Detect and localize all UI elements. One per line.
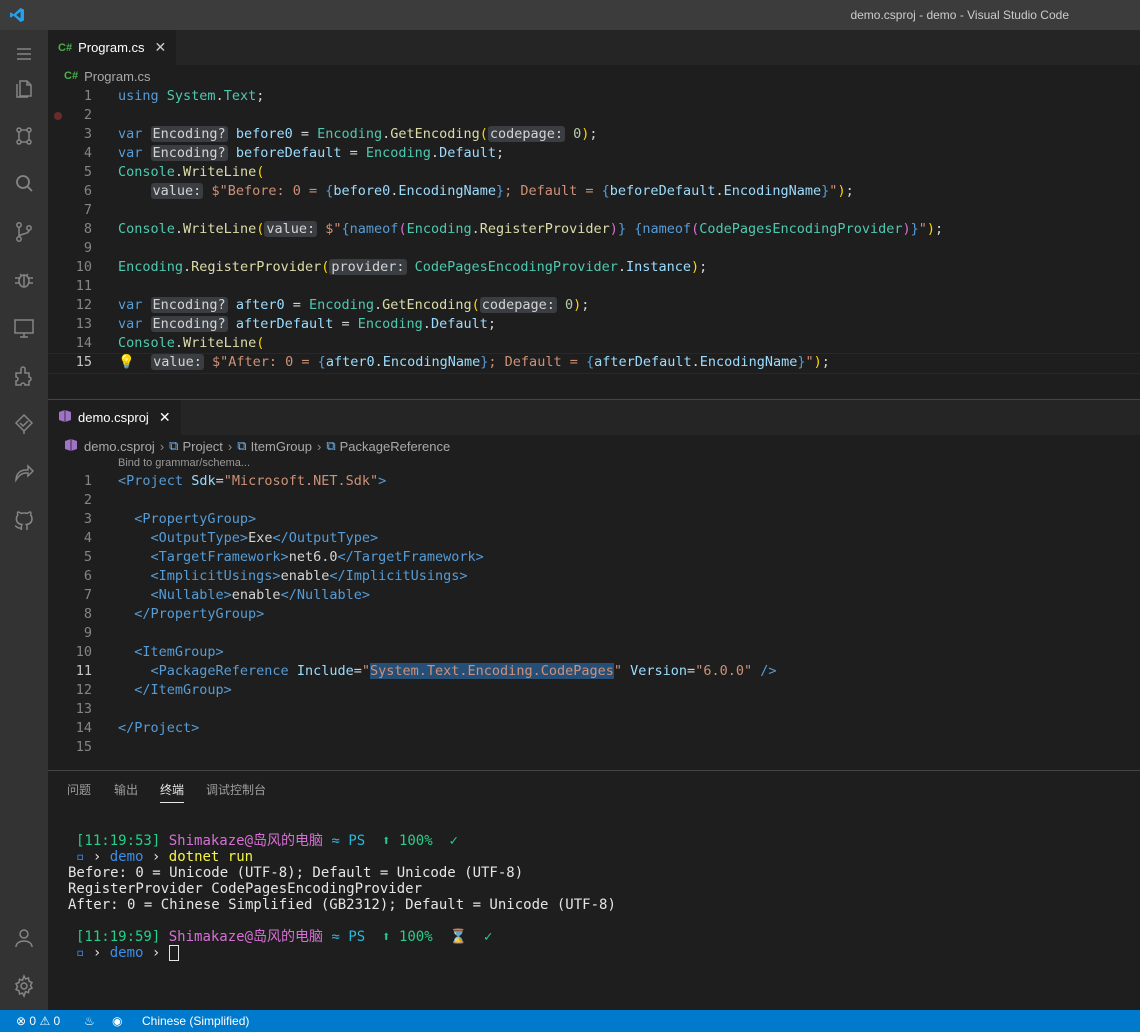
github-icon[interactable] bbox=[0, 496, 48, 544]
code-line: 8 </PropertyGroup> bbox=[83, 606, 265, 622]
code-line: 13 bbox=[75, 701, 92, 717]
terminal-prompt-line: [11:19:53] Shimakaze@岛风的电脑 ≈ PS ⬆ 100% ✓ bbox=[76, 833, 458, 849]
activity-bar bbox=[0, 30, 48, 1010]
csharp-file-icon: C# bbox=[58, 41, 73, 54]
symbol-icon: ⧉ bbox=[326, 438, 336, 453]
close-icon[interactable]: ✕ bbox=[159, 409, 171, 426]
code-line: 6 value: $"Before: 0 = {before0.Encoding… bbox=[83, 183, 854, 199]
code-line: 14 Console.WriteLine( bbox=[75, 335, 265, 351]
flame-icon[interactable]: ♨ bbox=[84, 1014, 95, 1028]
breadcrumb-item[interactable]: PackageReference bbox=[340, 439, 451, 454]
breadcrumb-item[interactable]: Project bbox=[182, 439, 222, 454]
warning-icon: ⚠ bbox=[39, 1014, 51, 1028]
window-title: demo.csproj - demo - Visual Studio Code bbox=[850, 8, 1069, 22]
code-line: 9 bbox=[83, 625, 92, 641]
editor2-tab-bar: demo.csproj ✕ bbox=[48, 400, 1140, 435]
debug-icon[interactable] bbox=[0, 256, 48, 304]
close-icon[interactable]: ✕ bbox=[155, 39, 167, 56]
remote-explorer-icon[interactable] bbox=[0, 304, 48, 352]
code-line: 15 bbox=[75, 739, 92, 755]
code-line: 13 var Encoding? afterDefault = Encoding.… bbox=[75, 316, 496, 332]
source-control-graph-icon[interactable] bbox=[0, 112, 48, 160]
code-editor-demo-csproj[interactable]: 1 <Project Sdk="Microsoft.NET.Sdk"> 2 3 <… bbox=[48, 472, 1140, 762]
code-line: 1 using System.Text; bbox=[83, 88, 265, 104]
title-bar: demo.csproj - demo - Visual Studio Code bbox=[0, 0, 1140, 30]
code-line: 10 <ItemGroup> bbox=[75, 644, 224, 660]
code-line: 12 var Encoding? after0 = Encoding.GetEnc… bbox=[75, 297, 590, 313]
tab-program-cs[interactable]: C# Program.cs ✕ bbox=[48, 30, 177, 65]
source-control-icon[interactable] bbox=[0, 208, 48, 256]
settings-gear-icon[interactable] bbox=[0, 962, 48, 1010]
code-line: 7 <Nullable>enable</Nullable> bbox=[83, 587, 370, 603]
code-line: 11 <PackageReference Include="System.Tex… bbox=[75, 663, 777, 679]
hourglass-icon: ⌛ bbox=[449, 929, 467, 945]
terminal-output-line: RegisterProvider CodePagesEncodingProvid… bbox=[68, 881, 423, 897]
terminal-prompt-line: [11:19:59] Shimakaze@岛风的电脑 ≈ PS ⬆ 100% ⌛… bbox=[76, 929, 493, 945]
breadcrumb: C# Program.cs bbox=[48, 65, 1140, 87]
terminal-cursor bbox=[168, 945, 179, 961]
tab-label: demo.csproj bbox=[78, 410, 149, 425]
msbuild-file-icon bbox=[58, 409, 72, 426]
tab-label: Program.cs bbox=[78, 40, 145, 55]
symbol-icon: ⧉ bbox=[237, 438, 247, 453]
code-line: 11 bbox=[75, 278, 92, 294]
breadcrumb: demo.csproj › ⧉ Project › ⧉ ItemGroup › … bbox=[48, 435, 1140, 457]
terminal-view[interactable]: [11:19:53] Shimakaze@岛风的电脑 ≈ PS ⬆ 100% ✓… bbox=[48, 829, 1140, 1009]
code-line: 6 <ImplicitUsings>enable</ImplicitUsings… bbox=[83, 568, 468, 584]
symbol-icon: ⧉ bbox=[169, 438, 179, 453]
code-line: 9 bbox=[83, 240, 92, 256]
status-bar: ⊗ 0 ⚠ 0 ♨ ◉ Chinese (Simplified) bbox=[0, 1010, 1140, 1032]
code-line: 15 💡 value: $"After: 0 = {after0.Encoding… bbox=[75, 354, 830, 370]
code-line: 3 var Encoding? before0 = Encoding.GetEnc… bbox=[83, 126, 598, 142]
explorer-icon[interactable] bbox=[0, 64, 48, 112]
msbuild-file-icon bbox=[64, 438, 78, 455]
account-icon[interactable] bbox=[0, 914, 48, 962]
chevron-right-icon: › bbox=[159, 438, 165, 454]
broadcast-icon[interactable]: ◉ bbox=[112, 1014, 122, 1028]
code-line: 14 </Project> bbox=[75, 720, 200, 736]
chevron-right-icon: › bbox=[227, 438, 233, 454]
code-editor-program-cs[interactable]: 1 using System.Text; 2 3 var Encoding? bef… bbox=[48, 87, 1140, 399]
breadcrumb-item[interactable]: demo.csproj bbox=[84, 439, 155, 454]
breadcrumb-item[interactable]: ItemGroup bbox=[251, 439, 312, 454]
tab-problems[interactable]: 问题 bbox=[67, 781, 91, 798]
terminal-output-line: After: 0 = Chinese Simplified (GB2312); … bbox=[68, 897, 616, 913]
code-line: 12 </ItemGroup> bbox=[75, 682, 232, 698]
breadcrumb-item[interactable]: Program.cs bbox=[84, 69, 150, 84]
code-line: 2 bbox=[83, 492, 92, 508]
extensions-icon[interactable] bbox=[0, 352, 48, 400]
codelens-bind-schema[interactable]: Bind to grammar/schema... bbox=[118, 457, 250, 469]
testing-icon[interactable] bbox=[0, 400, 48, 448]
code-line: 8 Console.WriteLine(value: $"{nameof(Enco… bbox=[83, 221, 944, 237]
code-line: 4 <OutputType>Exe</OutputType> bbox=[83, 530, 379, 546]
code-line: 3 <PropertyGroup> bbox=[83, 511, 257, 527]
tab-output[interactable]: 输出 bbox=[114, 781, 138, 798]
search-icon[interactable] bbox=[0, 160, 48, 208]
code-line: 5 Console.WriteLine( bbox=[83, 164, 265, 180]
code-line: 2 bbox=[83, 107, 92, 123]
code-line: 10 Encoding.RegisterProvider(provider: Co… bbox=[75, 259, 708, 275]
editor1-tab-bar: C# Program.cs ✕ bbox=[48, 30, 1140, 65]
problems-status[interactable]: ⊗ 0 ⚠ 0 bbox=[16, 1014, 60, 1028]
tab-terminal[interactable]: 终端 bbox=[160, 781, 185, 803]
bottom-panel: 问题 输出 终端 调试控制台 [11:19:53] Shimakaze@岛风的电… bbox=[48, 770, 1140, 1011]
tab-demo-csproj[interactable]: demo.csproj ✕ bbox=[48, 400, 181, 435]
terminal-input-line: ▫ › demo › bbox=[76, 945, 179, 961]
lightbulb-icon[interactable]: 💡 bbox=[118, 354, 135, 370]
code-line: 7 bbox=[83, 202, 92, 218]
code-line: 4 var Encoding? beforeDefault = Encoding.… bbox=[83, 145, 505, 161]
code-line: 1 <Project Sdk="Microsoft.NET.Sdk"> bbox=[83, 473, 387, 489]
csharp-file-icon: C# bbox=[64, 70, 79, 82]
error-icon: ⊗ bbox=[16, 1014, 27, 1028]
code-line: 5 <TargetFramework>net6.0</TargetFramewo… bbox=[83, 549, 484, 565]
language-status[interactable]: Chinese (Simplified) bbox=[142, 1014, 249, 1028]
chevron-right-icon: › bbox=[316, 438, 322, 454]
live-share-icon[interactable] bbox=[0, 448, 48, 496]
terminal-command-line: ▫ › demo › dotnet run bbox=[76, 849, 254, 865]
terminal-output-line: Before: 0 = Unicode (UTF-8); Default = U… bbox=[68, 865, 524, 881]
tab-debug-console[interactable]: 调试控制台 bbox=[206, 781, 266, 798]
